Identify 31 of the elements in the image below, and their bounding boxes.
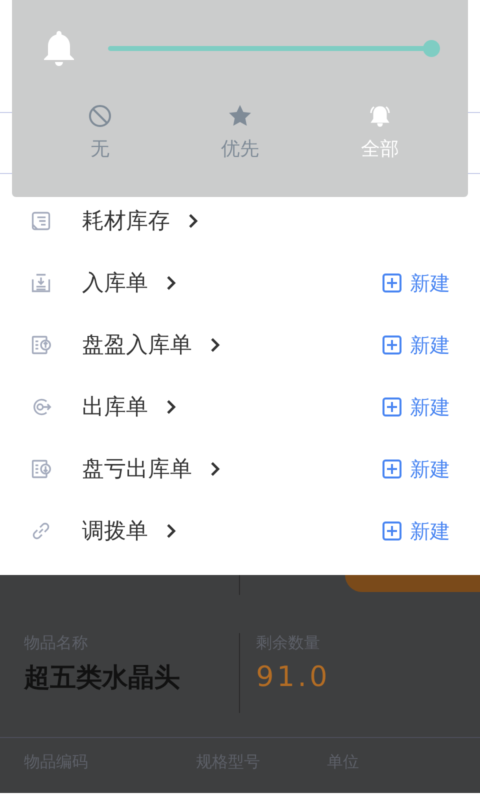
menu-item[interactable]: 耗材库存 xyxy=(82,206,198,236)
chevron-right-icon xyxy=(188,213,198,229)
prohibited-icon xyxy=(88,104,112,128)
menu-item[interactable]: 调拨单 xyxy=(82,516,176,546)
plus-square-icon xyxy=(382,521,402,541)
chevron-right-icon xyxy=(166,399,176,415)
chevron-right-icon xyxy=(166,275,176,291)
new-button[interactable]: 新建 xyxy=(382,456,450,482)
new-button[interactable]: 新建 xyxy=(382,270,450,296)
menu-item[interactable]: 入库单 xyxy=(82,268,176,298)
star-icon xyxy=(228,104,252,128)
chevron-right-icon xyxy=(166,523,176,539)
plus-square-icon xyxy=(382,459,402,479)
mode-tab[interactable]: 无 xyxy=(30,104,170,162)
new-button[interactable]: 新建 xyxy=(382,394,450,420)
bell-icon xyxy=(43,30,75,66)
new-button[interactable]: 新建 xyxy=(382,518,450,544)
menu-item[interactable]: 盘盈入库单 xyxy=(82,330,220,360)
plus-square-icon xyxy=(382,397,402,417)
chevron-right-icon xyxy=(210,461,220,477)
new-button[interactable]: 新建 xyxy=(382,332,450,358)
ringing-bell-icon xyxy=(368,104,392,128)
link-icon xyxy=(30,520,52,542)
menu-item[interactable]: 盘亏出库单 xyxy=(82,454,220,484)
menu-item[interactable]: 出库单 xyxy=(82,392,176,422)
quantity-value: 91.0 xyxy=(256,660,332,693)
plus-square-icon xyxy=(382,335,402,355)
chevron-right-icon xyxy=(210,337,220,353)
plus-square-icon xyxy=(382,273,402,293)
slider-track[interactable] xyxy=(108,40,440,56)
mode-tab[interactable]: 优先 xyxy=(170,104,310,162)
